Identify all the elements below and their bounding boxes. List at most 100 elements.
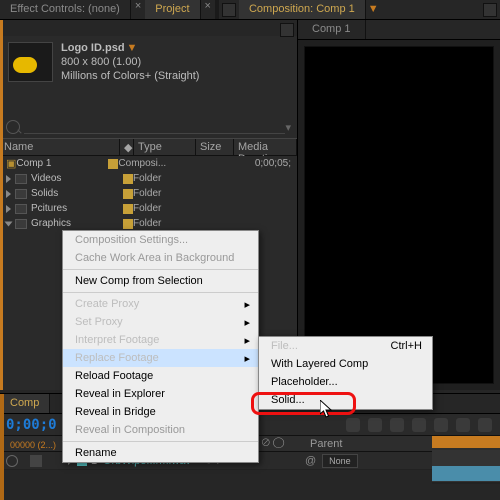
project-tree: ▣Comp 1 Composi... 0;00;05; Videos Folder S… xyxy=(0,156,297,231)
search-input[interactable] xyxy=(24,120,285,134)
folder-icon xyxy=(15,204,27,214)
chevron-right-icon: ▸ xyxy=(244,316,250,329)
col-parent[interactable]: Parent xyxy=(306,438,346,450)
snap-icon[interactable] xyxy=(456,418,470,432)
item-name: Solids xyxy=(31,188,119,199)
label-swatch[interactable] xyxy=(123,174,133,184)
item-type: Composi... xyxy=(118,158,166,169)
asset-dropdown-icon[interactable]: ▼ xyxy=(127,42,138,54)
submenu-with-layered-comp[interactable]: With Layered Comp xyxy=(259,355,432,373)
timeline-tracks[interactable] xyxy=(432,450,500,484)
current-timecode[interactable]: 0;00;0 xyxy=(6,417,57,433)
col-type[interactable]: Type xyxy=(134,139,196,155)
menu-cache-work-area: Cache Work Area in Background xyxy=(63,249,258,267)
item-duration: 0;00;05; xyxy=(255,158,291,169)
item-name: Graphics xyxy=(31,218,119,229)
visibility-icon[interactable] xyxy=(6,455,18,467)
shortcut-text: Ctrl+H xyxy=(391,340,422,352)
submenu-solid[interactable]: Solid... xyxy=(259,391,432,409)
submenu-file[interactable]: File...Ctrl+H xyxy=(259,337,432,355)
item-name: Videos xyxy=(31,173,119,184)
menu-reload-footage[interactable]: Reload Footage xyxy=(63,367,258,385)
comp-icon: ▣ xyxy=(6,157,16,170)
dropdown-icon[interactable]: ▼ xyxy=(366,0,381,19)
item-type: Folder xyxy=(133,188,161,199)
graph-icon[interactable] xyxy=(434,418,448,432)
tab-timeline-comp[interactable]: Comp xyxy=(0,394,50,413)
timeline-toolbar xyxy=(346,418,492,432)
list-item[interactable]: Graphics Folder xyxy=(0,216,297,231)
composition-viewer[interactable] xyxy=(304,46,494,384)
chevron-down-icon[interactable]: ▾ xyxy=(285,121,291,134)
search-row: ▾ xyxy=(0,116,297,138)
list-item[interactable]: Videos Folder xyxy=(0,171,297,186)
close-icon[interactable]: × xyxy=(201,0,215,19)
asset-thumbnail xyxy=(8,42,53,82)
timecode-frames: 00000 (2...) xyxy=(10,440,56,450)
col-size[interactable]: Size xyxy=(196,139,234,155)
folder-icon xyxy=(15,174,27,184)
parent-dropdown[interactable]: None xyxy=(322,454,358,468)
3d-icon[interactable] xyxy=(368,418,382,432)
menu-new-comp-from-selection[interactable]: New Comp from Selection xyxy=(63,272,258,290)
tab-project[interactable]: Project xyxy=(145,0,200,19)
list-item[interactable]: Pcitures Folder xyxy=(0,201,297,216)
item-name: Comp 1 xyxy=(16,158,104,169)
item-type: Folder xyxy=(133,173,161,184)
blur-icon[interactable] xyxy=(412,418,426,432)
work-area-bar[interactable] xyxy=(432,436,500,448)
chevron-right-icon: ▸ xyxy=(244,334,250,347)
menu-rename[interactable]: Rename xyxy=(63,444,258,462)
render-icon[interactable] xyxy=(346,418,360,432)
project-columns: Name ◆ Type Size Media Duration xyxy=(0,138,297,156)
label-swatch[interactable] xyxy=(123,204,133,214)
menu-reveal-in-bridge[interactable]: Reveal in Bridge xyxy=(63,403,258,421)
menu-interpret-footage[interactable]: Interpret Footage▸ xyxy=(63,331,258,349)
menu-reveal-in-explorer[interactable]: Reveal in Explorer xyxy=(63,385,258,403)
item-type: Folder xyxy=(133,203,161,214)
col-name[interactable]: Name xyxy=(0,139,120,155)
disclosure-icon[interactable] xyxy=(6,175,11,183)
menu-reveal-in-composition: Reveal in Composition xyxy=(63,421,258,439)
menu-composition-settings: Composition Settings... xyxy=(63,231,258,249)
skin-icon[interactable] xyxy=(478,418,492,432)
list-item[interactable]: ▣Comp 1 Composi... 0;00;05; xyxy=(0,156,297,171)
tab-effect-controls[interactable]: Effect Controls: (none) xyxy=(0,0,131,19)
list-item[interactable]: Solids Folder xyxy=(0,186,297,201)
asset-dimensions: 800 x 800 (1.00) xyxy=(61,56,199,68)
item-name: Pcitures xyxy=(31,203,119,214)
search-icon[interactable] xyxy=(6,120,20,134)
disclosure-icon[interactable] xyxy=(6,190,11,198)
col-media[interactable]: Media Duration xyxy=(234,139,297,155)
folder-icon xyxy=(15,219,27,229)
flowchart-icon[interactable] xyxy=(222,3,236,17)
submenu-placeholder[interactable]: Placeholder... xyxy=(259,373,432,391)
col-label[interactable]: ◆ xyxy=(120,139,134,155)
comp-flyout[interactable]: Comp 1 xyxy=(298,20,366,39)
panel-menu-icon[interactable] xyxy=(280,23,294,37)
selected-asset-info: Logo ID.psd▼ 800 x 800 (1.00) Millions o… xyxy=(0,36,297,88)
speaker-icon[interactable] xyxy=(30,455,42,467)
tab-composition[interactable]: Composition: Comp 1 xyxy=(239,0,366,19)
composition-panel: Comp 1 xyxy=(298,20,500,390)
disclosure-icon[interactable] xyxy=(6,205,11,213)
chevron-right-icon: ▸ xyxy=(244,298,250,311)
panel-menu-icon[interactable] xyxy=(483,3,497,17)
close-icon[interactable]: × xyxy=(131,0,145,19)
menu-set-proxy[interactable]: Set Proxy▸ xyxy=(63,313,258,331)
folder-icon xyxy=(15,189,27,199)
menu-create-proxy[interactable]: Create Proxy▸ xyxy=(63,295,258,313)
label-swatch[interactable] xyxy=(123,189,133,199)
asset-name: Logo ID.psd xyxy=(61,42,125,54)
context-menu: Composition Settings... Cache Work Area … xyxy=(62,230,259,463)
disclosure-icon[interactable] xyxy=(5,221,13,226)
pickwhip-icon[interactable]: @ xyxy=(305,455,316,467)
chevron-right-icon: ▸ xyxy=(244,352,250,365)
draft-icon[interactable] xyxy=(390,418,404,432)
asset-colors: Millions of Colors+ (Straight) xyxy=(61,70,199,82)
label-swatch[interactable] xyxy=(123,219,133,229)
menu-replace-footage[interactable]: Replace Footage▸ xyxy=(63,349,258,367)
item-type: Folder xyxy=(133,218,161,229)
replace-footage-submenu: File...Ctrl+H With Layered Comp Placehol… xyxy=(258,336,433,410)
label-swatch[interactable] xyxy=(108,159,118,169)
